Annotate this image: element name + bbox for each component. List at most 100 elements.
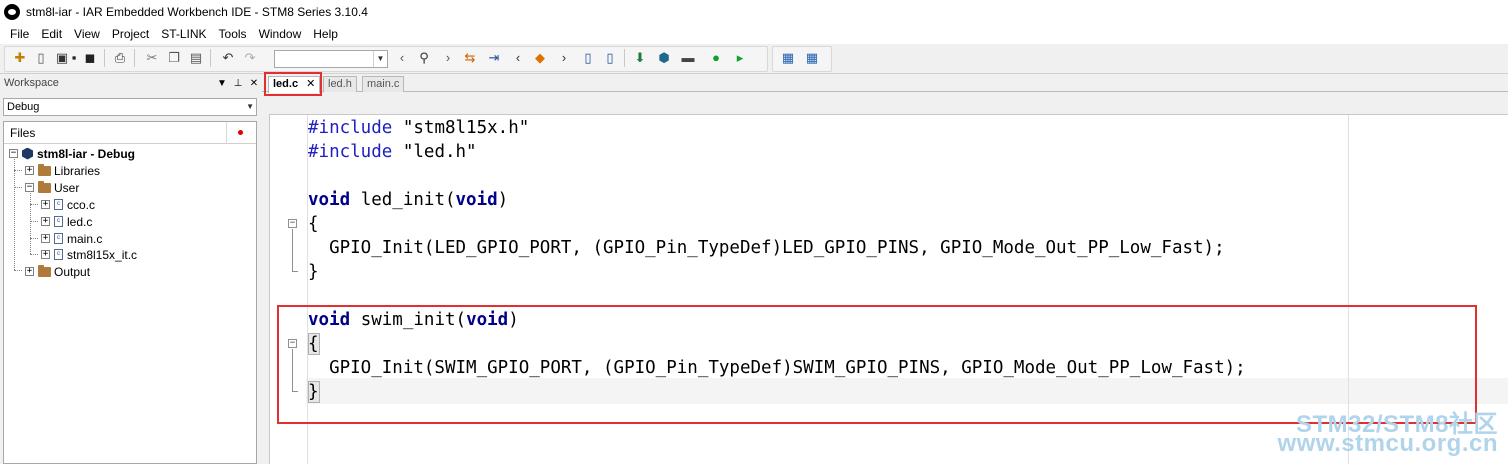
toolbar: ✚ ▯ ▣ ▪ ◼ ⎙ ✂ ❐ ▤ ↶ ↷ ▼ ‹ ⚲ › ⇆ ⇥ ‹ ◆ › …: [0, 44, 1508, 74]
c-file-icon: c: [54, 216, 63, 227]
expand-icon[interactable]: +: [25, 166, 34, 175]
download-icon[interactable]: ⬇: [632, 50, 648, 66]
next-page-icon[interactable]: ▯: [602, 50, 618, 66]
undo-icon[interactable]: ↶: [220, 50, 236, 66]
code-line: #include "stm8l15x.h": [308, 116, 529, 140]
c-file-icon: c: [54, 249, 63, 260]
copy-icon[interactable]: ❐: [166, 50, 182, 66]
chevron-down-icon[interactable]: ▼: [373, 51, 387, 67]
folder-name: User: [54, 180, 80, 195]
file-name: led.c: [67, 214, 93, 229]
pin-icon[interactable]: ⊥: [230, 78, 246, 89]
tree-line: [30, 221, 38, 222]
tree-file[interactable]: + c stm8l15x_it.c: [41, 246, 137, 263]
menu-file[interactable]: File: [4, 24, 35, 44]
make-icon[interactable]: ▦: [780, 50, 796, 66]
function-signature: led_init(: [350, 190, 456, 210]
expand-icon[interactable]: +: [25, 267, 34, 276]
workspace-title: Workspace: [4, 77, 59, 89]
find-icon[interactable]: ⚲: [416, 50, 432, 66]
tab-main-c[interactable]: main.c: [362, 76, 405, 92]
tab-label: led.h: [328, 78, 352, 90]
toolbar-separator: [104, 49, 105, 67]
file-name: cco.c: [67, 197, 96, 212]
build-icon[interactable]: ▦: [804, 50, 820, 66]
tree-file[interactable]: + c main.c: [41, 230, 102, 247]
project-icon: [22, 147, 33, 160]
tab-highlight-box: [264, 72, 322, 96]
expand-icon[interactable]: +: [41, 234, 50, 243]
breakpoint-icon[interactable]: ▬: [680, 50, 696, 66]
print-icon[interactable]: ⎙: [112, 50, 128, 66]
tree-folder-user[interactable]: − User: [25, 179, 79, 196]
include-path: "stm8l15x.h": [392, 118, 530, 138]
collapse-icon[interactable]: −: [25, 183, 34, 192]
keyword: void: [308, 190, 351, 210]
folder-name: Libraries: [54, 163, 101, 178]
paren: ): [497, 190, 509, 210]
code-line: {: [308, 214, 319, 234]
bookmark-icon[interactable]: ◆: [532, 50, 548, 66]
configuration-select[interactable]: Debug ▼: [3, 98, 257, 116]
expand-icon[interactable]: +: [41, 217, 50, 226]
tree-folder-libraries[interactable]: + Libraries: [25, 162, 100, 179]
include-path: "led.h": [392, 142, 477, 162]
tree-project[interactable]: − stm8l-iar - Debug: [9, 145, 135, 162]
next-bookmark-icon[interactable]: ›: [556, 50, 572, 66]
redo-icon[interactable]: ↷: [242, 50, 258, 66]
chevron-down-icon[interactable]: ▼: [246, 99, 254, 115]
toolbar-separator: [624, 49, 625, 67]
column-divider: [226, 122, 227, 144]
tree-folder-output[interactable]: + Output: [25, 263, 90, 280]
tree-file[interactable]: + c led.c: [41, 213, 92, 230]
paste-icon[interactable]: ▤: [188, 50, 204, 66]
tab-label: main.c: [367, 78, 400, 90]
menu-st-link[interactable]: ST-LINK: [155, 24, 212, 44]
fold-collapse-icon[interactable]: −: [288, 219, 297, 228]
run-icon[interactable]: ●: [708, 50, 724, 66]
files-header: Files: [4, 122, 256, 144]
toggle-bookmark-icon[interactable]: ⇆: [462, 50, 478, 66]
chevron-down-icon[interactable]: ▼: [214, 78, 230, 89]
cut-icon[interactable]: ✂: [144, 50, 160, 66]
folder-icon: [38, 180, 51, 193]
new-file-icon[interactable]: ✚: [12, 50, 28, 66]
folder-icon: [38, 163, 51, 176]
c-file-icon: c: [54, 233, 63, 244]
preprocessor-directive: #include: [308, 118, 393, 138]
configuration-value: Debug: [7, 101, 40, 113]
menu-edit[interactable]: Edit: [35, 24, 68, 44]
workspace-panel: Workspace ▼ ⊥ ✕ Debug ▼ Files − stm8l-ia…: [0, 74, 262, 464]
menu-tools[interactable]: Tools: [213, 24, 253, 44]
app-logo-icon: [4, 4, 20, 20]
nav-forward-icon[interactable]: ›: [440, 50, 456, 66]
expand-icon[interactable]: +: [41, 200, 50, 209]
tab-strip: led.c ✕ led.h main.c: [262, 74, 1508, 93]
menu-view[interactable]: View: [68, 24, 106, 44]
keyword: void: [455, 190, 498, 210]
tab-led-h[interactable]: led.h: [323, 76, 357, 92]
window-title: stm8l-iar - IAR Embedded Workbench IDE -…: [26, 5, 368, 19]
find-combo[interactable]: ▼: [274, 50, 388, 68]
workspace-header: Workspace ▼ ⊥ ✕: [0, 74, 262, 92]
tree-file[interactable]: + c cco.c: [41, 196, 95, 213]
prev-bookmark-icon[interactable]: ‹: [510, 50, 526, 66]
prev-page-icon[interactable]: ▯: [580, 50, 596, 66]
modified-indicator-icon: [238, 130, 243, 135]
download-debug-icon[interactable]: ⬢: [656, 50, 672, 66]
expand-icon[interactable]: +: [41, 250, 50, 259]
menu-help[interactable]: Help: [307, 24, 344, 44]
files-label: Files: [10, 125, 36, 140]
menu-window[interactable]: Window: [253, 24, 308, 44]
save-all-icon[interactable]: ◼: [82, 50, 98, 66]
nav-back-icon[interactable]: ‹: [394, 50, 410, 66]
code-line: #include "led.h": [308, 140, 477, 164]
new-icon[interactable]: ▯: [33, 50, 49, 66]
menu-project[interactable]: Project: [106, 24, 155, 44]
folder-name: Output: [54, 264, 91, 279]
close-icon[interactable]: ✕: [246, 78, 262, 89]
goto-icon[interactable]: ⇥: [486, 50, 502, 66]
debug-run-icon[interactable]: ▸: [732, 50, 748, 66]
save-icon[interactable]: ▪: [66, 50, 82, 66]
collapse-icon[interactable]: −: [9, 149, 18, 158]
